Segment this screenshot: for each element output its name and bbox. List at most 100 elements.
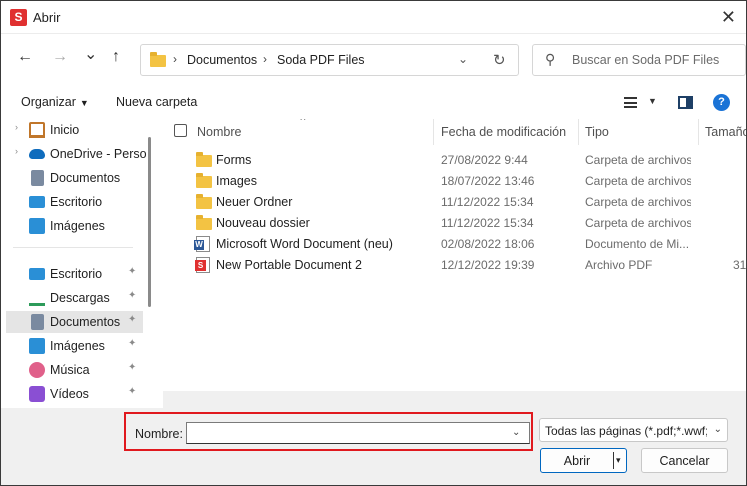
desktop-icon (29, 268, 45, 280)
pin-icon: ✦ (128, 362, 137, 373)
command-toolbar: Organizar ▼ Nueva carpeta ▼ ? (1, 86, 746, 119)
breadcrumb-separator-icon[interactable]: › (173, 52, 177, 66)
sidebar-item-documentos[interactable]: Documentos (6, 167, 143, 189)
pin-icon: ✦ (128, 314, 137, 325)
navigation-bar: ← → ⌄ ↑ › Documentos › Soda PDF Files ⌄ … (1, 34, 746, 86)
file-modified: 27/08/2022 9:44 (441, 153, 528, 167)
file-row[interactable]: New Portable Document 2 12/12/2022 19:39 A… (163, 254, 746, 275)
open-options-chevron-icon[interactable]: ▾ (616, 455, 621, 466)
sidebar-item-label: Escritorio (50, 267, 103, 281)
column-name-label: Nombre (197, 125, 242, 139)
breadcrumb-documentos[interactable]: Documentos (187, 53, 257, 67)
pin-icon: ✦ (128, 266, 137, 277)
dialog-title: Abrir (33, 10, 61, 25)
filename-label: Nombre: (135, 427, 183, 441)
file-row[interactable]: Microsoft Word Document (neu) 02/08/2022 … (163, 233, 746, 254)
sidebar-scrollbar[interactable] (148, 137, 151, 307)
new-folder-button[interactable]: Nueva carpeta (116, 95, 197, 109)
file-modified: 18/07/2022 13:46 (441, 174, 535, 188)
sidebar-item-documentos[interactable]: Documentos ✦ (6, 311, 143, 333)
sidebar-item-label: Escritorio (50, 195, 103, 209)
column-header-modified[interactable]: Fecha de modificación (433, 119, 578, 145)
file-modified: 11/12/2022 15:34 (441, 216, 534, 230)
column-header-type[interactable]: Tipo (578, 119, 698, 145)
filename-highlight-box: Nombre: ⌄ (124, 412, 533, 451)
sidebar-item-escritorio[interactable]: Escritorio (6, 191, 143, 213)
chevron-down-icon: ⌄ (713, 424, 722, 435)
close-icon[interactable]: ✕ (721, 7, 736, 28)
sidebar-item-label: Música (50, 363, 90, 377)
folder-icon (196, 194, 212, 209)
sidebar-item-escritorio[interactable]: Escritorio ✦ (6, 263, 143, 285)
expand-chevron-icon[interactable]: › (15, 122, 18, 132)
sort-ascending-icon: ˄ (300, 119, 306, 124)
downloads-icon (29, 290, 45, 306)
refresh-icon[interactable]: ↻ (493, 51, 506, 69)
filename-history-chevron-icon[interactable]: ⌄ (512, 427, 520, 438)
file-row[interactable]: Nouveau dossier 11/12/2022 15:34 Carpeta d… (163, 212, 746, 233)
sidebar-item-imágenes[interactable]: Imágenes ✦ (6, 335, 143, 357)
file-row[interactable]: Neuer Ordner 11/12/2022 15:34 Carpeta de a… (163, 191, 746, 212)
sidebar-item-label: Inicio (50, 123, 80, 137)
breadcrumb-soda-pdf-files[interactable]: Soda PDF Files (277, 53, 365, 67)
sidebar-item-label: Vídeos (50, 387, 89, 401)
file-modified: 11/12/2022 15:34 (441, 195, 534, 209)
address-bar[interactable]: › Documentos › Soda PDF Files ⌄ ↻ (140, 44, 519, 76)
breadcrumb-separator-icon[interactable]: › (263, 52, 267, 66)
expand-chevron-icon[interactable]: › (15, 146, 18, 156)
dialog-footer: Nombre: ⌄ Todas las páginas (*.pdf;*.wwf… (1, 408, 746, 485)
documents-icon (31, 170, 44, 186)
home-icon (29, 122, 45, 138)
help-icon[interactable]: ? (713, 94, 730, 111)
cancel-button[interactable]: Cancelar (641, 448, 728, 473)
sidebar-item-descargas[interactable]: Descargas ✦ (6, 287, 143, 309)
title-bar: S Abrir ✕ (1, 1, 746, 34)
sidebar-item-onedrive-perso[interactable]: › OneDrive - Perso (6, 143, 147, 165)
sidebar-item-label: Documentos (50, 315, 121, 329)
soda-pdf-icon (195, 257, 210, 273)
back-arrow-icon[interactable]: ← (17, 48, 33, 66)
search-box[interactable]: ⚲ Buscar en Soda PDF Files (532, 44, 746, 76)
file-name: Neuer Ordner (216, 195, 293, 209)
videos-icon (29, 386, 45, 402)
column-header-name[interactable]: Nombre ˄ (163, 119, 433, 145)
up-arrow-icon[interactable]: ↑ (112, 48, 120, 66)
split-divider (613, 452, 614, 469)
view-options-chevron-icon[interactable]: ▼ (648, 96, 657, 106)
folder-icon (150, 52, 166, 67)
column-header-size[interactable]: Tamaño (698, 119, 746, 145)
sidebar-item-vídeos[interactable]: Vídeos ✦ (6, 383, 143, 405)
file-row[interactable]: Forms 27/08/2022 9:44 Carpeta de archivos (163, 149, 746, 170)
filename-input[interactable] (186, 422, 530, 444)
file-name: Images (216, 174, 257, 188)
chevron-down-icon: ▼ (79, 98, 89, 108)
file-name: Nouveau dossier (216, 216, 310, 230)
folder-icon (196, 152, 212, 167)
file-modified: 12/12/2022 19:39 (441, 258, 535, 272)
forward-arrow-icon[interactable]: → (52, 48, 68, 66)
open-file-dialog: S Abrir ✕ ← → ⌄ ↑ › Documentos › Soda PD… (0, 0, 747, 486)
open-button[interactable]: Abrir ▾ (540, 448, 627, 473)
select-all-checkbox[interactable] (174, 124, 187, 137)
preview-pane-icon[interactable] (678, 96, 693, 109)
file-name: Forms (216, 153, 252, 167)
sidebar-item-imágenes[interactable]: Imágenes (6, 215, 143, 237)
soda-pdf-app-icon: S (10, 9, 27, 26)
horizontal-scrollbar[interactable] (163, 391, 746, 408)
file-type: Carpeta de archivos (585, 195, 691, 209)
column-modified-label: Fecha de modificación (441, 125, 567, 139)
sidebar-item-música[interactable]: Música ✦ (6, 359, 143, 381)
list-view-icon[interactable] (624, 97, 637, 108)
open-button-label: Abrir (563, 454, 591, 468)
column-type-label: Tipo (585, 125, 609, 139)
organize-menu-button[interactable]: Organizar ▼ (21, 95, 89, 109)
navigation-pane: › Inicio › OneDrive - Perso Documentos Escrit… (1, 119, 154, 409)
sidebar-item-label: Imágenes (50, 339, 105, 353)
filetype-select[interactable]: Todas las páginas (*.pdf;*.wwf;* ⌄ (539, 418, 728, 442)
recent-locations-chevron-icon[interactable]: ⌄ (84, 44, 97, 64)
file-type: Carpeta de archivos (585, 153, 691, 167)
file-row[interactable]: Images 18/07/2022 13:46 Carpeta de archivo… (163, 170, 746, 191)
column-size-label: Tamaño (705, 125, 746, 139)
sidebar-item-inicio[interactable]: › Inicio (6, 119, 143, 141)
address-dropdown-chevron-icon[interactable]: ⌄ (458, 52, 468, 66)
